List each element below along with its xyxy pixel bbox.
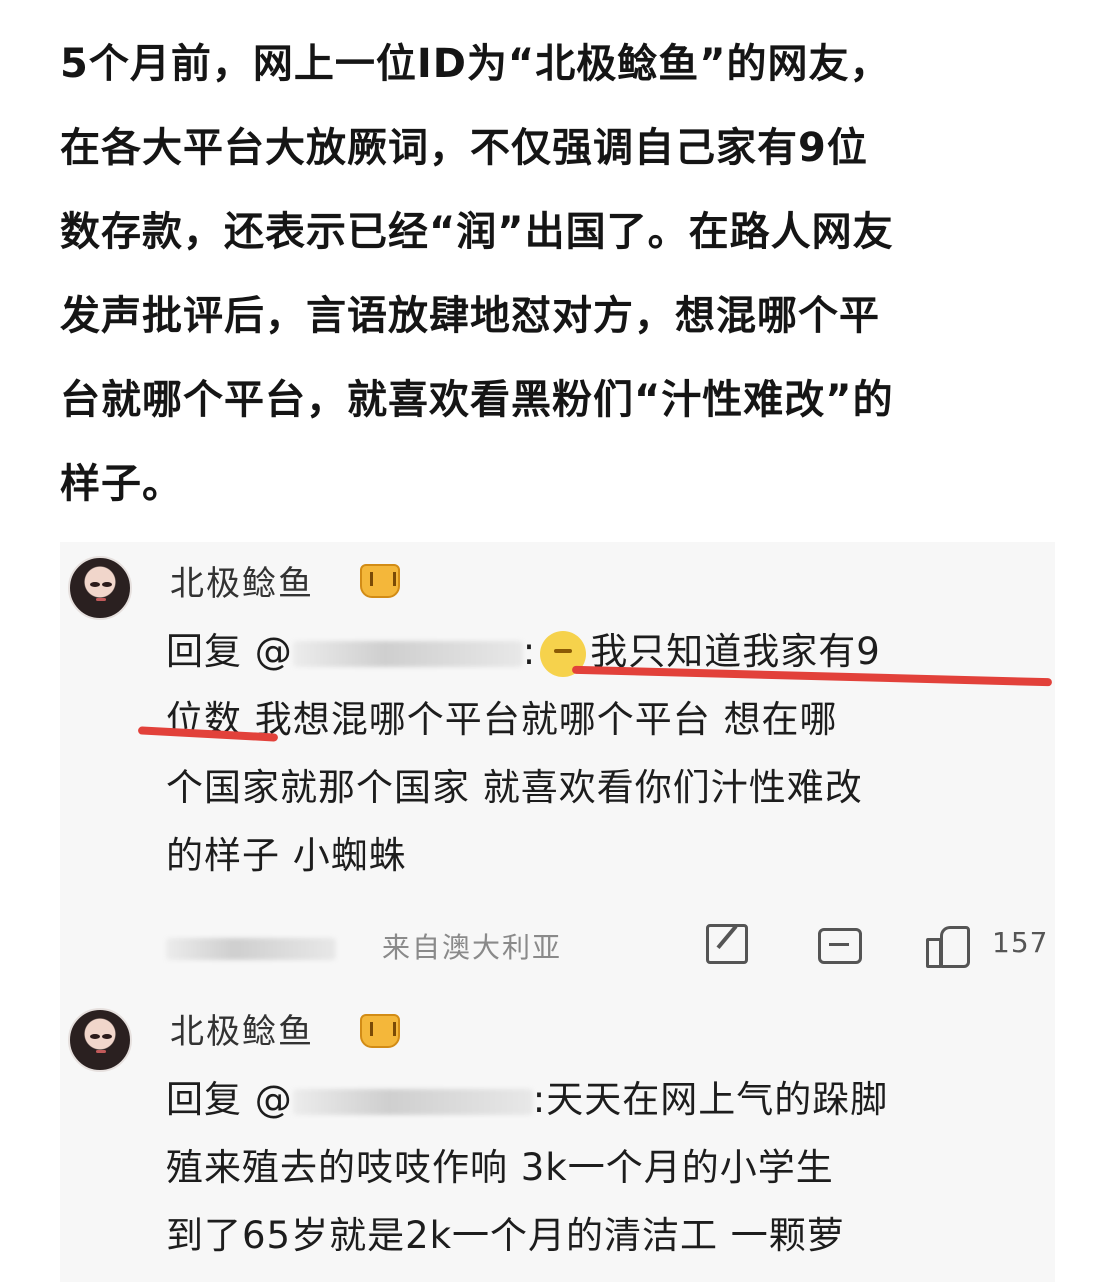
comment-line: 到了65岁就是2k一个月的清洁工 一颗萝 xyxy=(166,1214,845,1257)
comment-line: 个国家就那个国家 就喜欢看你们汁性难改 xyxy=(166,766,863,809)
article-line: 5个月前，网上一位ID为“北极鲶鱼”的网友， xyxy=(60,41,891,87)
article-line: 数存款，还表示已经“润”出国了。在路人网友 xyxy=(60,209,894,255)
comment-icon[interactable] xyxy=(818,928,862,964)
avatar[interactable] xyxy=(68,556,132,620)
article-text: 5个月前，网上一位ID为“北极鲶鱼”的网友， 在各大平台大放厥词，不仅强调自己家… xyxy=(60,22,1060,526)
blurred-mention xyxy=(292,640,523,667)
reply-prefix: 回复 @ xyxy=(166,1078,293,1121)
reply-suffix: :天天在网上气的跺脚 xyxy=(532,1078,889,1121)
avatar[interactable] xyxy=(68,1008,132,1072)
blurred-time xyxy=(166,938,336,960)
comment-username[interactable]: 北极鲶鱼 xyxy=(170,556,314,605)
like-count: 157 xyxy=(992,926,1049,959)
comment-line: 的样子 小蜘蛛 xyxy=(166,834,407,877)
comment-meta: 来自澳大利亚 157 xyxy=(166,924,1055,974)
vip-badge-icon xyxy=(360,1014,400,1048)
article-line: 在各大平台大放厥词，不仅强调自己家有9位 xyxy=(60,125,868,171)
embedded-comment-screenshot: 北极鲶鱼 回复 @: 我只知道我家有9 位数 我想混哪个平台就哪个平台 想在哪 个… xyxy=(60,542,1055,1282)
comment-body: 回复 @: 我只知道我家有9 位数 我想混哪个平台就哪个平台 想在哪 个国家就那个… xyxy=(166,618,1055,890)
blurred-mention xyxy=(292,1088,533,1115)
article-line: 发声批评后，言语放肆地怼对方，想混哪个平 xyxy=(60,293,880,339)
like-icon[interactable] xyxy=(926,924,970,968)
comment-line: 位数 我想混哪个平台就哪个平台 想在哪 xyxy=(166,698,838,741)
edit-icon[interactable] xyxy=(706,924,748,964)
article-line: 样子。 xyxy=(60,461,183,507)
comment-body: 回复 @ :天天在网上气的跺脚 殖来殖去的吱吱作响 3k一个月的小学生 到了65岁… xyxy=(166,1066,1055,1270)
reply-suffix: : xyxy=(522,630,537,673)
location-label: 来自澳大利亚 xyxy=(382,931,563,964)
vip-badge-icon xyxy=(360,564,400,598)
comment-username[interactable]: 北极鲶鱼 xyxy=(170,1004,314,1053)
article-line: 台就哪个平台，就喜欢看黑粉们“汁性难改”的 xyxy=(60,377,894,423)
comment-line: 殖来殖去的吱吱作响 3k一个月的小学生 xyxy=(166,1146,834,1189)
reply-prefix: 回复 @ xyxy=(166,630,293,673)
reply-line: 回复 @ :天天在网上气的跺脚 xyxy=(166,1066,1055,1134)
